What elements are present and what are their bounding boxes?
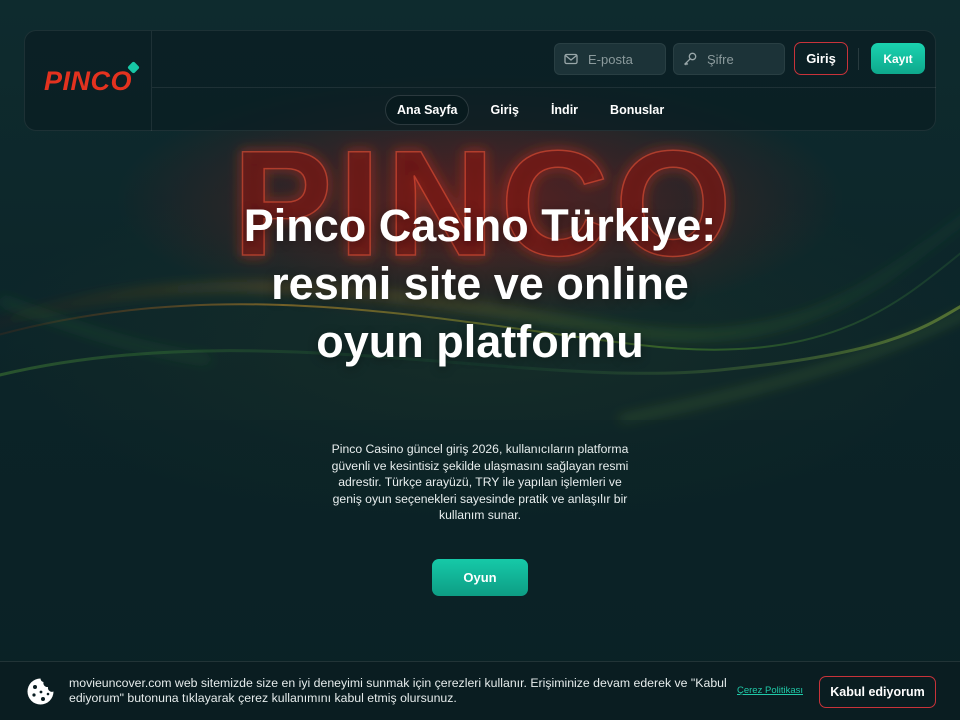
cookie-policy-link[interactable]: Çerez Politikası	[737, 685, 803, 696]
hero-description: Pinco Casino güncel giriş 2026, kullanıc…	[331, 442, 629, 523]
play-button[interactable]: Oyun	[432, 559, 528, 596]
header-separator	[858, 48, 859, 70]
password-input[interactable]	[707, 51, 777, 67]
main-nav: Ana Sayfa Giriş İndir Bonuslar	[385, 94, 664, 126]
register-button[interactable]: Kayıt	[871, 43, 925, 74]
email-field[interactable]	[554, 43, 666, 75]
logo[interactable]: PINCO	[43, 60, 140, 97]
nav-item-login[interactable]: Giriş	[490, 95, 519, 125]
header-divider	[152, 87, 936, 88]
site-header: PINCO Giriş Kayıt Ana Sayfa Giriş İndir …	[24, 30, 936, 131]
nav-item-download[interactable]: İndir	[551, 95, 578, 125]
login-button[interactable]: Giriş	[794, 42, 848, 75]
email-input[interactable]	[588, 51, 658, 67]
nav-item-bonuses[interactable]: Bonuslar	[610, 95, 664, 125]
logo-container[interactable]: PINCO	[25, 31, 152, 131]
mail-icon	[563, 51, 579, 67]
hero-title: Pinco Casino Türkiye: resmi site ve onli…	[243, 200, 717, 367]
accept-cookies-button[interactable]: Kabul ediyorum	[819, 676, 936, 708]
logo-text: PINCO	[43, 65, 132, 96]
cookie-icon	[26, 677, 55, 706]
nav-item-home[interactable]: Ana Sayfa	[385, 95, 470, 125]
password-field[interactable]	[673, 43, 785, 75]
key-icon	[682, 51, 698, 67]
cookie-banner: movieuncover.com web sitemizde size en i…	[0, 661, 960, 720]
cookie-text: movieuncover.com web sitemizde size en i…	[69, 676, 727, 705]
